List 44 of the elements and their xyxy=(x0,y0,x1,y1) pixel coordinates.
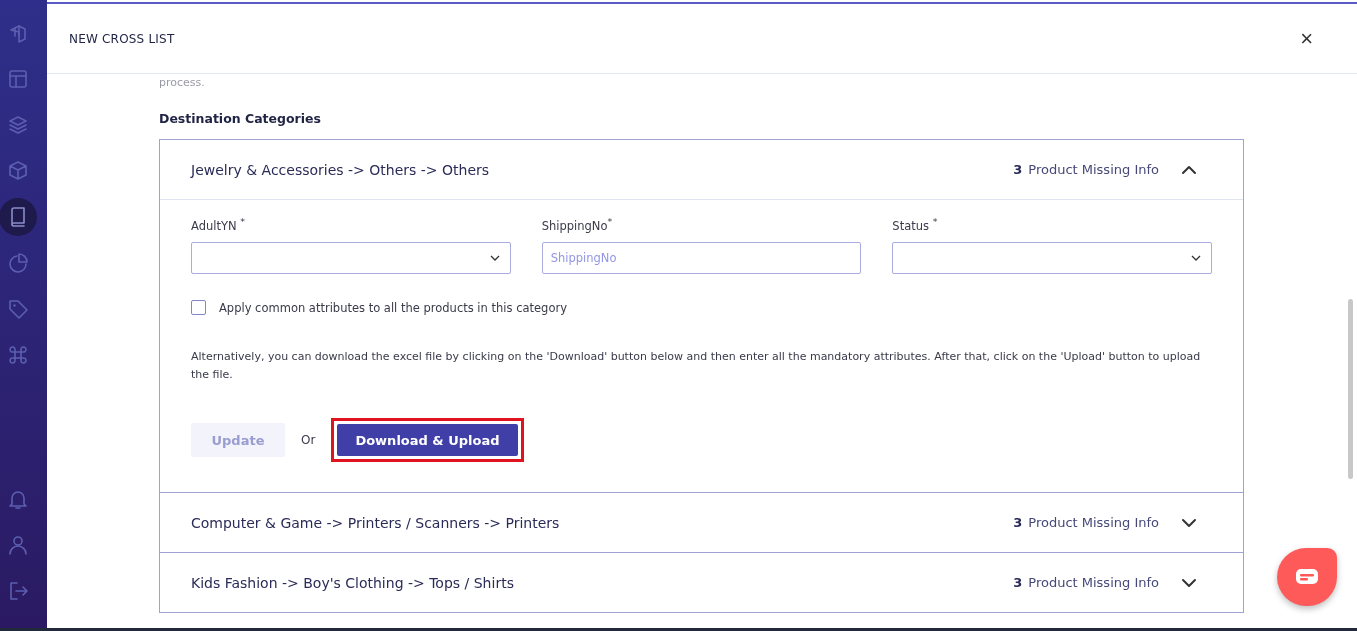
chevron-down-icon[interactable] xyxy=(1181,517,1197,528)
category-title: Jewelry & Accessories -> Others -> Others xyxy=(191,161,491,178)
checkbox-label: Apply common attributes to all the products in this category xyxy=(219,300,567,315)
missing-info-label: Product Missing Info xyxy=(1028,575,1159,590)
dropdown-field[interactable] xyxy=(191,242,511,274)
chevron-up-icon[interactable] xyxy=(1181,164,1197,175)
missing-info-label: Product Missing Info xyxy=(1028,515,1159,530)
download-upload-button[interactable]: Download & Upload xyxy=(337,424,518,456)
missing-count: 3 xyxy=(1013,515,1023,530)
field-label: Status $^{*}$ xyxy=(892,216,939,235)
field-label: ShippingNo$^{*}$ xyxy=(541,216,614,235)
close-button[interactable]: × xyxy=(1296,27,1317,50)
category-title: Kids Fashion -> Boy's Clothing -> Tops / Shirts xyxy=(191,574,515,591)
caret-icon xyxy=(489,255,500,261)
chat-button[interactable] xyxy=(1277,548,1337,606)
input-field[interactable]: ShippingNo xyxy=(541,242,862,274)
pie-chart-icon xyxy=(6,252,29,274)
missing-count: 3 xyxy=(1013,162,1023,177)
intro-text: process. xyxy=(159,76,206,89)
field-label: AdultYN $^{*}$ xyxy=(191,216,247,235)
caret-icon xyxy=(1191,255,1201,261)
bell-icon xyxy=(6,488,29,510)
user-icon xyxy=(6,534,29,556)
category-header[interactable]: Kids Fashion -> Boy's Clothing -> Tops / Shirts 3 Product Missing Info xyxy=(160,553,1243,612)
scrollbar[interactable] xyxy=(1348,299,1353,479)
missing-count: 3 xyxy=(1013,575,1023,590)
command-icon xyxy=(6,344,29,366)
dropdown-field[interactable] xyxy=(892,242,1212,274)
chat-icon xyxy=(1295,568,1319,586)
modal-title: NEW CROSS LIST xyxy=(69,31,175,46)
cube-icon xyxy=(6,160,29,182)
layers-icon xyxy=(6,114,29,136)
missing-info-label: Product Missing Info xyxy=(1028,162,1159,177)
section-title: Destination Categories xyxy=(159,111,322,126)
tag-icon xyxy=(6,298,29,320)
instruction-text: Alternatively, you can download the excel file by clicking on the 'Download' button below and then enter all the mandatory attributes. After that, click on the 'Upload' button to upload the file. xyxy=(191,349,1202,383)
checkbox[interactable] xyxy=(191,300,206,315)
or-text: Or xyxy=(301,433,316,447)
layout-icon xyxy=(6,68,29,90)
chevron-down-icon[interactable] xyxy=(1181,577,1197,588)
sidebar-item[interactable] xyxy=(0,198,37,236)
category-title: Computer & Game -> Printers / Scanners -> Printers xyxy=(191,514,561,531)
category-header[interactable]: Jewelry & Accessories -> Others -> Others 3 Product Missing Info xyxy=(160,140,1243,199)
category-header[interactable]: Computer & Game -> Printers / Scanners -> Printers 3 Product Missing Info xyxy=(160,493,1243,552)
